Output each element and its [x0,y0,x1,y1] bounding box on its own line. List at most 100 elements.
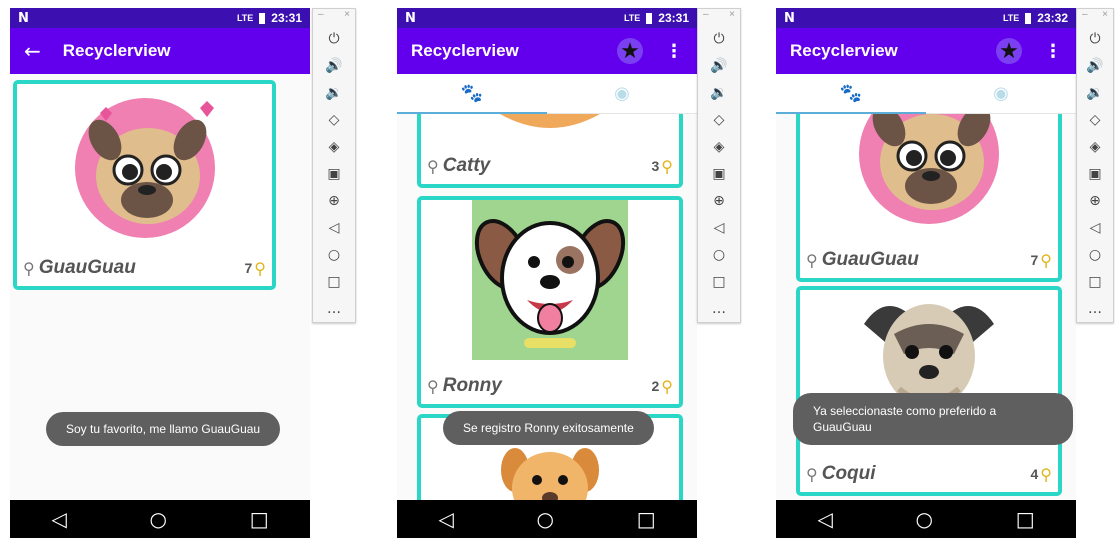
pet-card-footer: ⚲ Ronny 2 ⚲ [427,374,673,398]
nav-back-icon[interactable]: ◁ [51,507,66,531]
star-icon[interactable]: ★ [996,38,1022,64]
nav-back-icon[interactable]: ◁ [438,507,453,531]
tab-profile[interactable]: ◉ [547,74,697,113]
pug-image [859,114,999,224]
like-count: 2 [651,378,660,394]
bone-filled-icon: ⚲ [661,376,673,396]
more-vert-icon[interactable]: ⋮ [665,41,683,62]
home-icon[interactable]: ○ [313,241,355,268]
phone-screen-1: N LTE 23:31 ← Recyclerview ⚲ GuauGuau 7 … [10,8,310,538]
close-icon[interactable]: × [344,9,350,25]
pet-name: Catty [442,155,491,176]
close-icon[interactable]: × [729,9,735,25]
battery-icon [1025,12,1032,24]
zoom-in-icon[interactable]: ⊕ [313,187,355,214]
rotate-right-icon[interactable]: ◈ [698,133,740,160]
close-icon[interactable]: × [1102,9,1108,25]
nav-home-icon[interactable]: ○ [916,507,933,531]
volume-up-icon[interactable]: 🔊 [698,52,740,79]
app-title: Recyclerview [790,41,898,60]
volume-up-icon[interactable]: 🔊 [1077,52,1113,79]
home-icon[interactable]: ○ [698,241,740,268]
status-time: 23:32 [1037,11,1068,25]
camera-icon[interactable]: ▣ [698,160,740,187]
power-icon[interactable]: ⏻ [313,25,355,52]
pet-card[interactable]: ⚲ GuauGuau 7 ⚲ [13,80,276,290]
power-icon[interactable]: ⏻ [1077,25,1113,52]
nav-home-icon[interactable]: ○ [537,507,554,531]
carrier-logo: N [784,10,795,26]
overview-icon[interactable]: □ [313,268,355,295]
more-icon[interactable]: … [698,295,740,322]
power-icon[interactable]: ⏻ [698,25,740,52]
more-vert-icon[interactable]: ⋮ [1044,41,1062,62]
volume-up-icon[interactable]: 🔊 [313,52,355,79]
app-title: Recyclerview [411,41,519,60]
nav-recents-icon[interactable]: □ [637,507,656,531]
rotate-right-icon[interactable]: ◈ [1077,133,1113,160]
bone-outline-icon[interactable]: ⚲ [806,465,818,484]
nav-back-icon[interactable]: ◁ [817,507,832,531]
bone-outline-icon[interactable]: ⚲ [427,157,439,176]
arrow-left-icon[interactable]: ← [24,39,41,63]
star-icon[interactable]: ★ [617,38,643,64]
status-time: 23:31 [271,11,302,25]
volume-down-icon[interactable]: 🔉 [313,79,355,106]
pet-card[interactable]: ⚲ GuauGuau 7 ⚲ [796,114,1062,282]
more-icon[interactable]: … [313,295,355,322]
minimize-icon[interactable]: – [318,9,324,25]
signal-icon: LTE [1002,13,1020,23]
tab-profile[interactable]: ◉ [926,74,1076,113]
bone-filled-icon: ⚲ [1040,250,1052,270]
tab-bar: 🐾 ◉ [776,74,1076,114]
overview-icon[interactable]: □ [698,268,740,295]
pet-card[interactable]: ⚲ Coqui 4 ⚲ [796,286,1062,496]
back-icon[interactable]: ◁ [1077,214,1113,241]
system-nav-bar: ◁ ○ □ [10,500,310,538]
pet-card-footer: ⚲ GuauGuau 7 ⚲ [23,256,266,280]
bone-outline-icon[interactable]: ⚲ [806,251,818,270]
volume-down-icon[interactable]: 🔉 [1077,79,1113,106]
toast-message: Se registro Ronny exitosamente [443,411,654,445]
rotate-left-icon[interactable]: ◇ [313,106,355,133]
status-bar: N LTE 23:31 [10,8,310,28]
like-count: 7 [1030,252,1039,268]
home-icon[interactable]: ○ [1077,241,1113,268]
bone-filled-icon: ⚲ [254,258,266,278]
more-icon[interactable]: … [1077,295,1113,322]
signal-icon: LTE [623,13,641,23]
minimize-icon[interactable]: – [1082,9,1088,25]
rotate-right-icon[interactable]: ◈ [313,133,355,160]
bone-outline-icon[interactable]: ⚲ [23,259,35,278]
bone-filled-icon: ⚲ [1040,464,1052,484]
zoom-in-icon[interactable]: ⊕ [698,187,740,214]
pet-card[interactable]: ⚲ Ronny 2 ⚲ [417,196,683,408]
minimize-icon[interactable]: – [703,9,709,25]
carrier-logo: N [405,10,416,26]
toast-message: Ya seleccionaste como preferido a GuauGu… [793,393,1073,445]
battery-icon [646,12,653,24]
system-nav-bar: ◁ ○ □ [776,500,1076,538]
tab-pets[interactable]: 🐾 [397,74,547,114]
pet-card[interactable]: ⚲ Catty 3 ⚲ [417,114,683,188]
back-icon[interactable]: ◁ [698,214,740,241]
nav-recents-icon[interactable]: □ [250,507,269,531]
paw-icon: 🐾 [839,83,863,104]
zoom-in-icon[interactable]: ⊕ [1077,187,1113,214]
rotate-left-icon[interactable]: ◇ [698,106,740,133]
nav-recents-icon[interactable]: □ [1016,507,1035,531]
carrier-logo: N [18,10,29,26]
status-time: 23:31 [658,11,689,25]
overview-icon[interactable]: □ [1077,268,1113,295]
rotate-left-icon[interactable]: ◇ [1077,106,1113,133]
tab-pets[interactable]: 🐾 [776,74,926,114]
app-bar: Recyclerview ★ ⋮ [776,28,1076,74]
nav-home-icon[interactable]: ○ [150,507,167,531]
camera-icon[interactable]: ▣ [1077,160,1113,187]
volume-down-icon[interactable]: 🔉 [698,79,740,106]
back-icon[interactable]: ◁ [313,214,355,241]
app-bar: ← Recyclerview [10,28,310,74]
bone-outline-icon[interactable]: ⚲ [427,377,439,396]
like-count: 3 [651,158,660,174]
camera-icon[interactable]: ▣ [313,160,355,187]
